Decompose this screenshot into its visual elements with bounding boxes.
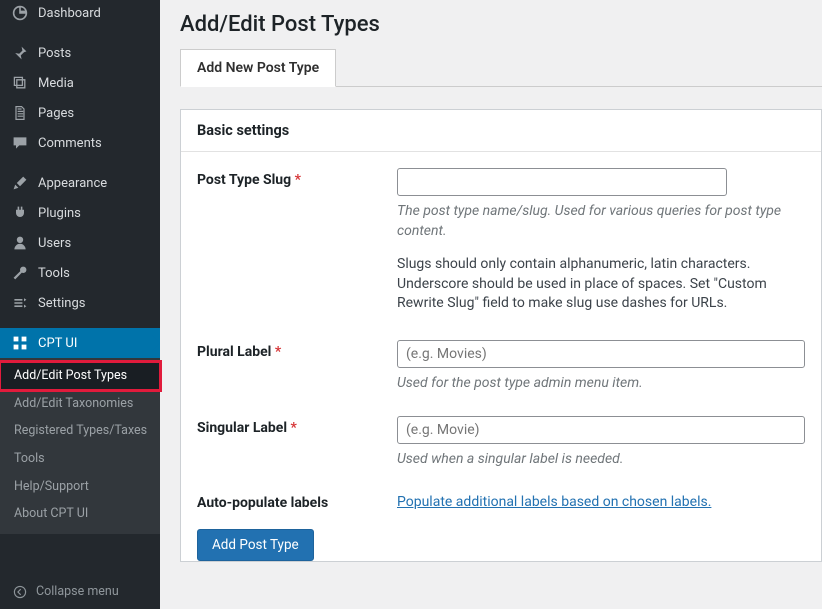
brush-icon bbox=[10, 175, 30, 191]
submenu-addedit-types[interactable]: Add/Edit Post Types bbox=[0, 362, 160, 390]
sidebar-item-settings[interactable]: Settings bbox=[0, 288, 160, 318]
sidebar-item-cptui[interactable]: CPT UI bbox=[0, 328, 160, 358]
submenu-about[interactable]: About CPT UI bbox=[0, 500, 160, 528]
settings-icon bbox=[10, 295, 30, 311]
sidebar-label: Appearance bbox=[38, 176, 107, 191]
sidebar-label: Comments bbox=[38, 136, 102, 151]
sidebar-item-appearance[interactable]: Appearance bbox=[0, 168, 160, 198]
sidebar-label: Plugins bbox=[38, 206, 81, 221]
field-row-plural: Plural Label * Used for the post type ad… bbox=[181, 314, 821, 394]
singular-help: Used when a singular label is needed. bbox=[397, 450, 805, 470]
user-icon bbox=[10, 235, 30, 251]
sidebar-item-dashboard[interactable]: Dashboard bbox=[0, 0, 160, 28]
plugin-icon bbox=[10, 205, 30, 221]
slug-help-1: The post type name/slug. Used for variou… bbox=[397, 202, 805, 241]
field-row-autopop: Auto-populate labels Populate additional… bbox=[181, 469, 821, 511]
collapse-label: Collapse menu bbox=[36, 584, 119, 599]
collapse-icon bbox=[10, 585, 30, 599]
slug-label: Post Type Slug * bbox=[197, 168, 397, 314]
sidebar-label: Pages bbox=[38, 106, 74, 121]
cptui-submenu: Add/Edit Post Types Add/Edit Taxonomies … bbox=[0, 358, 160, 534]
submenu-addedit-tax[interactable]: Add/Edit Taxonomies bbox=[0, 390, 160, 418]
singular-input[interactable] bbox=[397, 416, 805, 444]
collapse-menu[interactable]: Collapse menu bbox=[0, 574, 160, 609]
sidebar-label: Posts bbox=[38, 46, 71, 61]
tab-add-new[interactable]: Add New Post Type bbox=[180, 49, 336, 87]
sidebar-label: Dashboard bbox=[38, 6, 101, 21]
tab-bar: Add New Post Type bbox=[180, 49, 822, 87]
main-content: Add/Edit Post Types Add New Post Type Ba… bbox=[160, 0, 822, 609]
sidebar-item-comments[interactable]: Comments bbox=[0, 128, 160, 158]
submit-row: Add Post Type bbox=[181, 511, 821, 561]
plural-label: Plural Label * bbox=[197, 340, 397, 394]
sidebar-item-media[interactable]: Media bbox=[0, 68, 160, 98]
admin-sidebar: Dashboard Posts Media Pages Comments App… bbox=[0, 0, 160, 609]
singular-label: Singular Label * bbox=[197, 416, 397, 470]
page-title: Add/Edit Post Types bbox=[180, 12, 822, 37]
sidebar-label: Settings bbox=[38, 296, 85, 311]
basic-settings-panel: Basic settings Post Type Slug * The post… bbox=[180, 109, 822, 562]
field-row-slug: Post Type Slug * The post type name/slug… bbox=[181, 152, 821, 314]
required-asterisk: * bbox=[275, 344, 281, 360]
dashboard-icon bbox=[10, 5, 30, 21]
pushpin-icon bbox=[10, 45, 30, 61]
plural-help: Used for the post type admin menu item. bbox=[397, 374, 805, 394]
pages-icon bbox=[10, 105, 30, 121]
sidebar-label: CPT UI bbox=[38, 336, 77, 351]
required-asterisk: * bbox=[291, 420, 297, 436]
sidebar-label: Tools bbox=[38, 266, 70, 281]
add-post-type-button[interactable]: Add Post Type bbox=[197, 529, 314, 561]
plural-input[interactable] bbox=[397, 340, 805, 368]
cptui-icon bbox=[10, 335, 30, 351]
sidebar-item-plugins[interactable]: Plugins bbox=[0, 198, 160, 228]
slug-input[interactable] bbox=[397, 168, 727, 196]
required-asterisk: * bbox=[295, 172, 301, 188]
field-row-singular: Singular Label * Used when a singular la… bbox=[181, 394, 821, 470]
sidebar-item-pages[interactable]: Pages bbox=[0, 98, 160, 128]
autopop-label: Auto-populate labels bbox=[197, 491, 397, 511]
submenu-help[interactable]: Help/Support bbox=[0, 473, 160, 501]
wrench-icon bbox=[10, 265, 30, 281]
slug-help-2: Slugs should only contain alphanumeric, … bbox=[397, 255, 805, 314]
panel-heading: Basic settings bbox=[181, 110, 821, 152]
sidebar-label: Users bbox=[38, 236, 71, 251]
autopopulate-link[interactable]: Populate additional labels based on chos… bbox=[397, 494, 711, 510]
sidebar-item-posts[interactable]: Posts bbox=[0, 38, 160, 68]
comments-icon bbox=[10, 135, 30, 151]
sidebar-label: Media bbox=[38, 76, 74, 91]
submenu-registered[interactable]: Registered Types/Taxes bbox=[0, 417, 160, 445]
submenu-tools[interactable]: Tools bbox=[0, 445, 160, 473]
media-icon bbox=[10, 75, 30, 91]
sidebar-item-tools[interactable]: Tools bbox=[0, 258, 160, 288]
sidebar-item-users[interactable]: Users bbox=[0, 228, 160, 258]
